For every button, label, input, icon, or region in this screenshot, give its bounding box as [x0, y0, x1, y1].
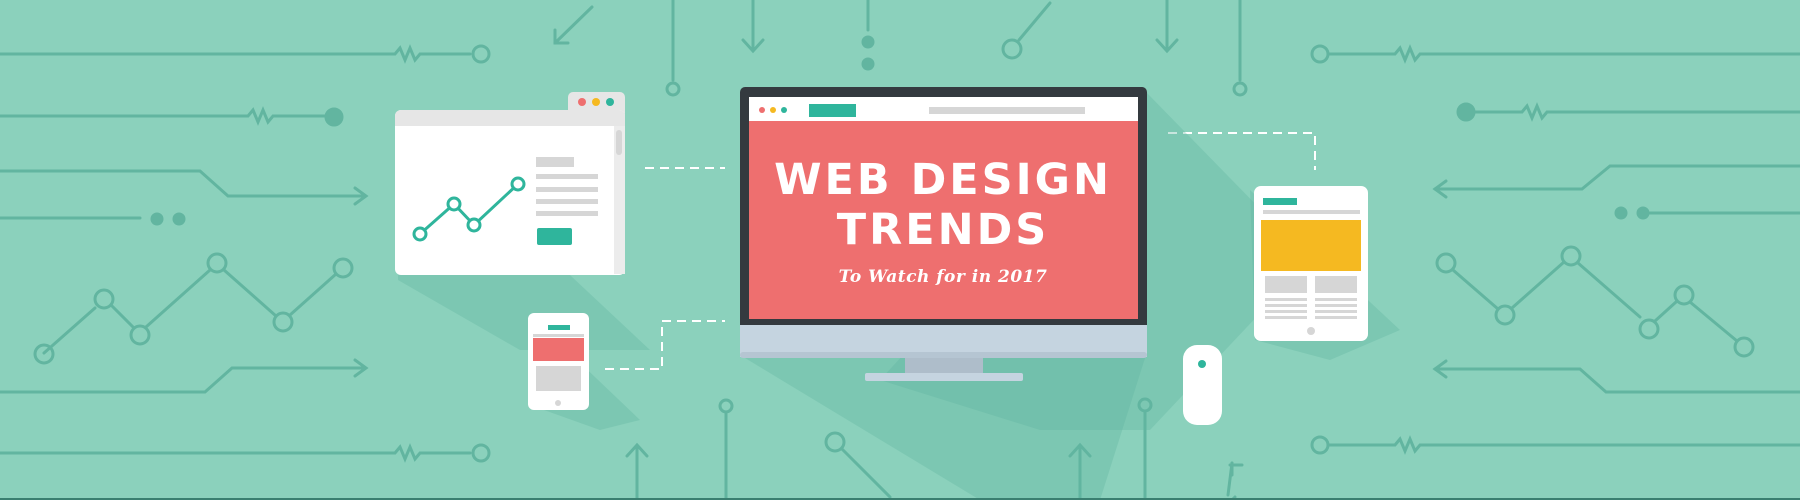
- headline-line-1: WEB DESIGN: [774, 155, 1112, 205]
- headline-line-2: TRENDS: [836, 205, 1050, 255]
- chart-point-1: [412, 226, 428, 242]
- screen-headline-block: WEB DESIGN TRENDS To Watch for in 2017: [748, 155, 1138, 287]
- headline-subtitle: To Watch for in 2017: [838, 267, 1048, 287]
- hero-banner: WEB DESIGN TRENDS To Watch for in 2017: [0, 0, 1800, 500]
- chart-point-2: [446, 196, 462, 212]
- chart-point-3: [466, 217, 482, 233]
- chart-point-4: [510, 176, 526, 192]
- mouse-icon: [1183, 345, 1222, 425]
